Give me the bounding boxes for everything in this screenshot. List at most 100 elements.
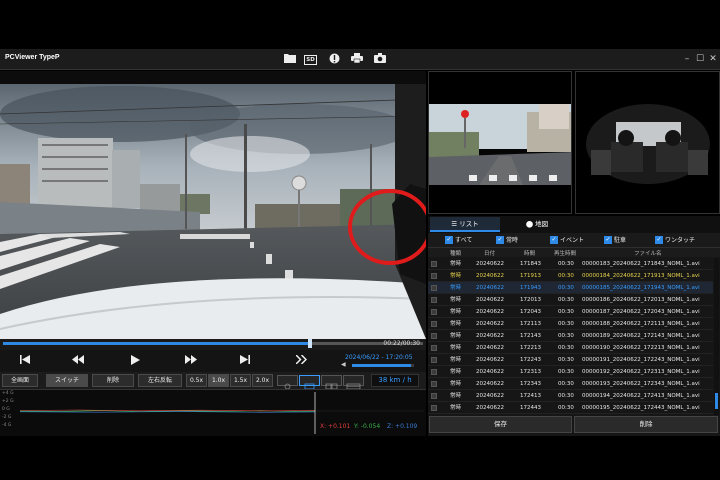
mirror-button[interactable]: 左右反転	[138, 374, 182, 387]
row-checkbox[interactable]	[431, 309, 437, 315]
row-checkbox[interactable]	[431, 297, 437, 303]
play-icon[interactable]	[128, 355, 142, 367]
speed-2-0x-button[interactable]: 2.0x	[252, 374, 273, 387]
close-button[interactable]: ✕	[707, 53, 719, 65]
table-row[interactable]: 常時 20240622 172013 00:30 00000186_20240622_1…	[428, 294, 713, 306]
speed-0-5x-button[interactable]: 0.5x	[186, 374, 207, 387]
skip-back-icon[interactable]	[18, 355, 32, 367]
cell-filename: 00000183_20240622_171843_NOML_1.avi	[582, 261, 700, 267]
map-pin-icon: ⬤	[525, 220, 536, 228]
table-row[interactable]: 常時 20240622 171913 00:30 00000184_20240622_1…	[428, 270, 713, 282]
sd-card-label: SD	[304, 55, 317, 65]
print-icon[interactable]	[350, 53, 363, 65]
column-filename[interactable]: ファイル名	[634, 249, 662, 257]
cell-time: 171943	[520, 285, 541, 291]
speed-1-0x-button[interactable]: 1.0x	[208, 374, 229, 387]
filter-all[interactable]: ✓ すべて	[445, 236, 472, 245]
tab-list[interactable]: ☰ リスト	[430, 217, 500, 232]
row-checkbox[interactable]	[431, 333, 437, 339]
rewind-icon[interactable]	[71, 355, 85, 367]
camera-icon[interactable]	[373, 53, 386, 65]
row-checkbox[interactable]	[431, 369, 437, 375]
cell-filename: 00000189_20240622_172143_NOML_1.avi	[582, 333, 700, 339]
brightness-icon[interactable]	[277, 375, 298, 390]
row-checkbox[interactable]	[431, 285, 437, 291]
tab-list-label: リスト	[459, 220, 479, 228]
save-button[interactable]: 保存	[429, 416, 572, 433]
multi-view-icon[interactable]	[343, 375, 364, 390]
table-row[interactable]: 常時 20240622 172243 00:30 00000191_20240622_1…	[428, 354, 713, 366]
row-checkbox[interactable]	[431, 321, 437, 327]
filter-continuous[interactable]: ✓ 常時	[496, 236, 518, 245]
filter-event[interactable]: ✓ イベント	[550, 236, 584, 245]
cell-date: 20240622	[476, 369, 504, 375]
cell-time: 172313	[520, 369, 541, 375]
g-scale-label: -2 G	[2, 415, 12, 420]
table-row[interactable]: 常時 20240622 172343 00:30 00000193_20240622_1…	[428, 378, 713, 390]
cell-time: 171843	[520, 261, 541, 267]
cell-duration: 00:30	[558, 261, 574, 267]
filter-parking[interactable]: ✓ 駐車	[604, 236, 626, 245]
single-view-icon[interactable]	[299, 375, 320, 390]
volume-slider[interactable]	[352, 364, 414, 367]
tab-map[interactable]: ⬤ 地図	[502, 217, 572, 232]
cell-type: 常時	[450, 273, 462, 279]
info-icon[interactable]	[328, 53, 341, 65]
sd-card-icon[interactable]: SD	[304, 53, 317, 65]
cell-type: 常時	[450, 321, 462, 327]
cell-date: 20240622	[476, 309, 504, 315]
cell-filename: 00000192_20240622_172313_NOML_1.avi	[582, 369, 700, 375]
cabin-camera-view[interactable]	[575, 71, 720, 214]
table-row[interactable]: 常時 20240622 172143 00:30 00000189_20240622_1…	[428, 330, 713, 342]
table-row[interactable]: 常時 20240622 172213 00:30 00000190_20240622_1…	[428, 342, 713, 354]
checkbox-icon: ✓	[604, 236, 612, 244]
table-row[interactable]: 常時 20240622 172113 00:30 00000188_20240622_1…	[428, 318, 713, 330]
row-checkbox[interactable]	[431, 393, 437, 399]
row-checkbox[interactable]	[431, 273, 437, 279]
row-checkbox[interactable]	[431, 345, 437, 351]
seek-bar[interactable]	[3, 339, 423, 348]
maximize-button[interactable]: ☐	[694, 53, 706, 65]
filter-one-touch[interactable]: ✓ ワンタッチ	[655, 236, 695, 245]
skip-forward-icon[interactable]	[238, 355, 252, 367]
folder-icon[interactable]	[283, 53, 296, 65]
volume-icon[interactable]: ◀	[341, 361, 346, 368]
column-date[interactable]: 日付	[484, 249, 495, 257]
delete-video-button[interactable]: 削除	[92, 374, 134, 387]
table-row[interactable]: 常時 20240622 171843 00:30 00000183_20240622_1…	[428, 258, 713, 270]
main-video[interactable]	[0, 84, 426, 339]
column-duration[interactable]: 再生時間	[554, 249, 576, 257]
cell-duration: 00:30	[558, 273, 574, 279]
panel-tabs: ☰ リスト ⬤ 地図	[428, 216, 720, 233]
front-camera-view[interactable]	[428, 71, 572, 214]
minimize-button[interactable]: –	[681, 53, 693, 65]
table-row[interactable]: 常時 20240622 172413 00:30 00000194_20240622_1…	[428, 390, 713, 402]
row-checkbox[interactable]	[431, 261, 437, 267]
next-clip-icon[interactable]	[294, 354, 308, 367]
fast-forward-icon[interactable]	[184, 355, 198, 367]
seek-area: 00:22/00:30	[0, 339, 426, 350]
cell-duration: 00:30	[558, 345, 574, 351]
cell-type: 常時	[450, 369, 462, 375]
row-checkbox[interactable]	[431, 405, 437, 411]
table-row[interactable]: 常時 20240622 172043 00:30 00000187_20240622_1…	[428, 306, 713, 318]
cell-duration: 00:30	[558, 297, 574, 303]
speed-1-5x-button[interactable]: 1.5x	[230, 374, 251, 387]
fullscreen-button[interactable]: 全画面	[2, 374, 38, 387]
delete-button[interactable]: 削除	[574, 416, 718, 433]
column-type[interactable]: 種類	[450, 249, 461, 257]
scrollbar-thumb[interactable]	[715, 393, 718, 409]
table-row[interactable]: 常時 20240622 172443 00:30 00000195_20240622_1…	[428, 402, 713, 414]
seek-handle[interactable]	[307, 339, 312, 348]
table-row[interactable]: 常時 20240622 172313 00:30 00000192_20240622_1…	[428, 366, 713, 378]
row-checkbox[interactable]	[431, 357, 437, 363]
column-time[interactable]: 時間	[524, 249, 535, 257]
file-list-panel: ☰ リスト ⬤ 地図 ✓ すべて ✓ 常時 ✓ イベント ✓ 駐車 ✓ ワンタッチ 種類 …	[428, 216, 720, 436]
app-title: PCViewer TypeP	[5, 54, 60, 61]
row-checkbox[interactable]	[431, 381, 437, 387]
table-row[interactable]: 常時 20240622 171943 00:30 00000185_20240622_1…	[428, 282, 713, 294]
split-view-icon[interactable]	[321, 375, 342, 390]
file-list-scrollbar[interactable]	[714, 258, 719, 415]
switch-button[interactable]: スイッチ	[46, 374, 88, 387]
cell-date: 20240622	[476, 333, 504, 339]
